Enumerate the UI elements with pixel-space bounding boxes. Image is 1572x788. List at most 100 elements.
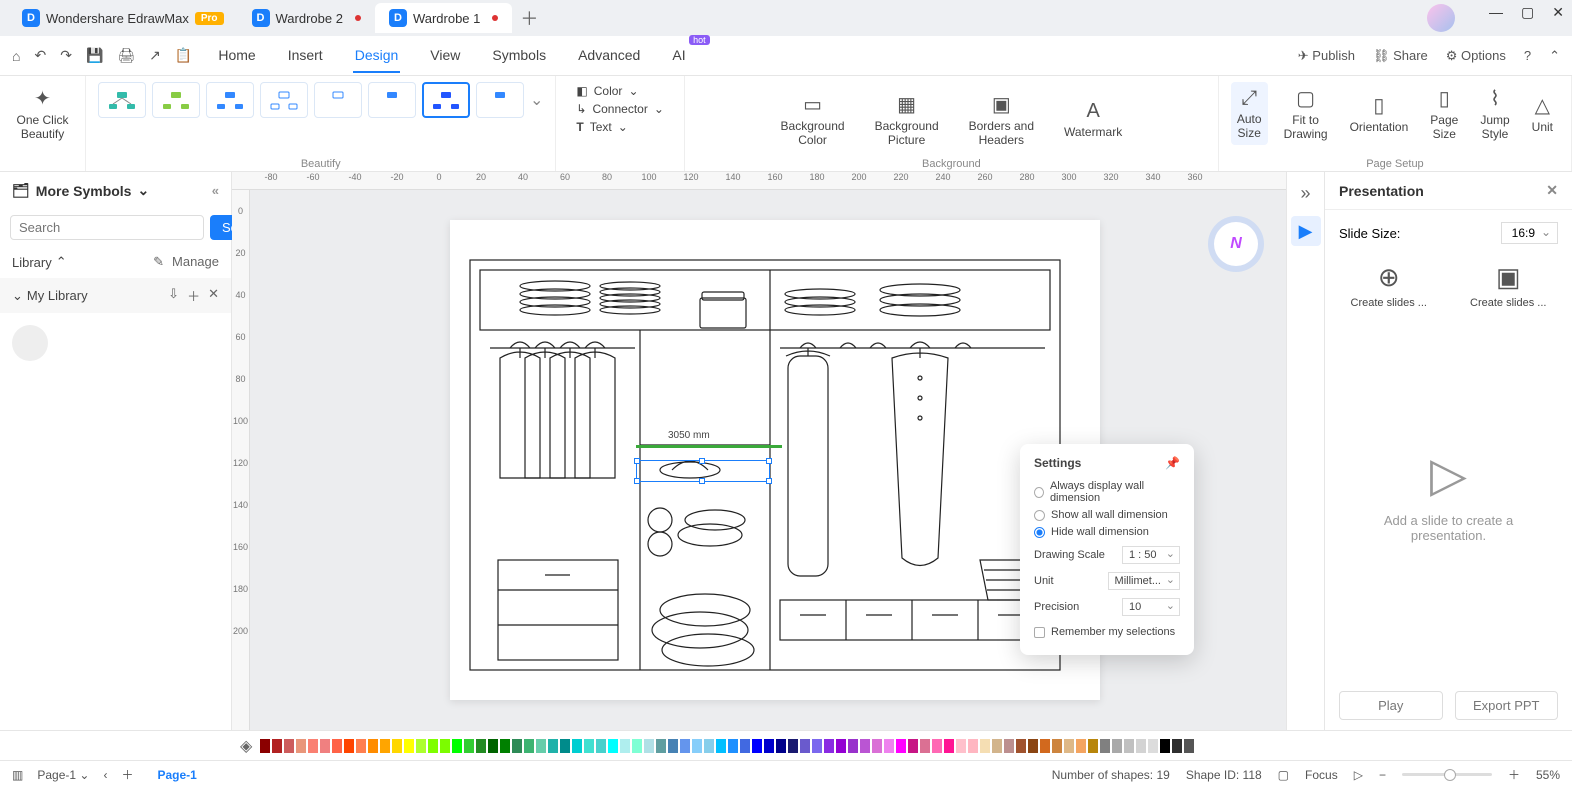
maximize-button[interactable]: ▢ xyxy=(1521,4,1534,32)
download-icon[interactable]: ⇩ xyxy=(168,286,179,305)
color-swatch[interactable] xyxy=(1028,739,1038,753)
color-swatch[interactable] xyxy=(836,739,846,753)
color-swatch[interactable] xyxy=(1124,739,1134,753)
page-size-button[interactable]: ▯Page Size xyxy=(1424,82,1464,145)
user-avatar[interactable] xyxy=(1427,4,1455,32)
theme-swatch-3[interactable] xyxy=(206,82,254,118)
color-swatch[interactable] xyxy=(644,739,654,753)
borders-headers-button[interactable]: ▣Borders and Headers xyxy=(963,88,1040,151)
color-swatch[interactable] xyxy=(560,739,570,753)
color-swatch[interactable] xyxy=(920,739,930,753)
edit-icon[interactable]: ✎ xyxy=(153,254,164,270)
color-swatch[interactable] xyxy=(932,739,942,753)
color-swatch[interactable] xyxy=(272,739,282,753)
color-swatch[interactable] xyxy=(656,739,666,753)
color-swatch[interactable] xyxy=(980,739,990,753)
color-swatch[interactable] xyxy=(536,739,546,753)
create-slides-auto[interactable]: ⊕Create slides ... xyxy=(1339,262,1439,309)
color-swatch[interactable] xyxy=(848,739,858,753)
color-swatch[interactable] xyxy=(1148,739,1158,753)
drawing-scale-select[interactable]: 1 : 50 xyxy=(1122,546,1180,564)
undo-icon[interactable]: ↶ xyxy=(34,47,46,64)
redo-icon[interactable]: ↷ xyxy=(60,47,72,64)
color-swatch[interactable] xyxy=(320,739,330,753)
color-swatch[interactable] xyxy=(884,739,894,753)
theme-swatch-7-selected[interactable] xyxy=(422,82,470,118)
color-swatch[interactable] xyxy=(944,739,954,753)
export-icon[interactable]: ↗ xyxy=(149,47,161,64)
zoom-out-icon[interactable]: − xyxy=(1379,768,1386,782)
text-menu[interactable]: T Text ⌄ xyxy=(576,120,664,134)
menu-insert[interactable]: Insert xyxy=(286,39,325,73)
theme-swatch-4[interactable] xyxy=(260,82,308,118)
color-swatch[interactable] xyxy=(332,739,342,753)
color-swatch[interactable] xyxy=(1112,739,1122,753)
color-swatch[interactable] xyxy=(800,739,810,753)
share-button[interactable]: ⛓ Share xyxy=(1373,48,1428,64)
watermark-button[interactable]: AWatermark xyxy=(1058,88,1128,151)
color-swatch[interactable] xyxy=(728,739,738,753)
color-swatch[interactable] xyxy=(524,739,534,753)
eyedropper-icon[interactable]: ◈ xyxy=(240,736,252,756)
color-swatch[interactable] xyxy=(584,739,594,753)
color-swatch[interactable] xyxy=(752,739,762,753)
color-swatch[interactable] xyxy=(512,739,522,753)
color-swatch[interactable] xyxy=(1088,739,1098,753)
minimize-button[interactable]: — xyxy=(1489,4,1503,32)
new-tab-button[interactable]: ＋ xyxy=(520,5,538,31)
close-button[interactable]: ✕ xyxy=(1552,4,1564,32)
fit-to-drawing-button[interactable]: ▢Fit to Drawing xyxy=(1278,82,1334,145)
color-swatch[interactable] xyxy=(344,739,354,753)
zoom-in-icon[interactable]: ＋ xyxy=(1508,766,1520,783)
precision-select[interactable]: 10 xyxy=(1122,598,1180,616)
color-swatch[interactable] xyxy=(488,739,498,753)
color-swatch[interactable] xyxy=(1004,739,1014,753)
page-viewport[interactable]: 3050 mm N Settings📌 Always display wall … xyxy=(250,190,1286,730)
orientation-button[interactable]: ▯Orientation xyxy=(1344,82,1415,145)
focus-button[interactable]: Focus xyxy=(1305,768,1338,782)
color-swatch[interactable] xyxy=(620,739,630,753)
color-swatch[interactable] xyxy=(1052,739,1062,753)
color-swatch[interactable] xyxy=(392,739,402,753)
theme-swatch-8[interactable] xyxy=(476,82,524,118)
color-swatch[interactable] xyxy=(476,739,486,753)
background-color-button[interactable]: ▭Background Color xyxy=(775,88,851,151)
page-tab-1[interactable]: Page-1 xyxy=(147,768,206,782)
color-swatch[interactable] xyxy=(632,739,642,753)
page-selector[interactable]: Page-1 ⌄ xyxy=(37,768,89,782)
play-icon[interactable]: ▷ xyxy=(1354,768,1363,782)
theme-more-icon[interactable]: ⌄ xyxy=(530,90,543,110)
zoom-slider[interactable] xyxy=(1402,773,1492,776)
color-swatch[interactable] xyxy=(1172,739,1182,753)
color-swatch[interactable] xyxy=(500,739,510,753)
auto-size-button[interactable]: ⤢Auto Size xyxy=(1231,82,1268,145)
remember-checkbox[interactable]: Remember my selections xyxy=(1034,626,1180,638)
theme-swatch-6[interactable] xyxy=(368,82,416,118)
print-icon[interactable]: 🖨 xyxy=(117,47,135,64)
theme-swatch-5[interactable] xyxy=(314,82,362,118)
collapse-ribbon-icon[interactable]: ⌃ xyxy=(1549,48,1560,64)
color-swatch[interactable] xyxy=(1064,739,1074,753)
slide-size-select[interactable]: 16:9 xyxy=(1501,222,1558,244)
color-swatch[interactable] xyxy=(608,739,618,753)
color-swatch[interactable] xyxy=(308,739,318,753)
home-icon[interactable]: ⌂ xyxy=(12,48,20,64)
color-swatch[interactable] xyxy=(356,739,366,753)
zoom-value[interactable]: 55% xyxy=(1536,768,1560,782)
selected-wall-segment[interactable] xyxy=(636,445,782,448)
menu-advanced[interactable]: Advanced xyxy=(576,39,642,73)
color-swatch[interactable] xyxy=(740,739,750,753)
background-picture-button[interactable]: ▦Background Picture xyxy=(869,88,945,151)
color-swatch[interactable] xyxy=(1076,739,1086,753)
color-swatch[interactable] xyxy=(596,739,606,753)
color-swatch[interactable] xyxy=(908,739,918,753)
color-swatch[interactable] xyxy=(428,739,438,753)
connector-menu[interactable]: ↳ Connector ⌄ xyxy=(576,102,664,116)
menu-design[interactable]: Design xyxy=(353,39,401,73)
document-tab-wardrobe1[interactable]: D Wardrobe 1 xyxy=(375,3,512,33)
color-swatch[interactable] xyxy=(896,739,906,753)
fit-page-icon[interactable]: ▢ xyxy=(1278,768,1289,782)
color-swatch[interactable] xyxy=(440,739,450,753)
library-row[interactable]: Library ⌃ ✎Manage xyxy=(0,246,231,278)
close-icon[interactable]: ✕ xyxy=(208,286,219,305)
